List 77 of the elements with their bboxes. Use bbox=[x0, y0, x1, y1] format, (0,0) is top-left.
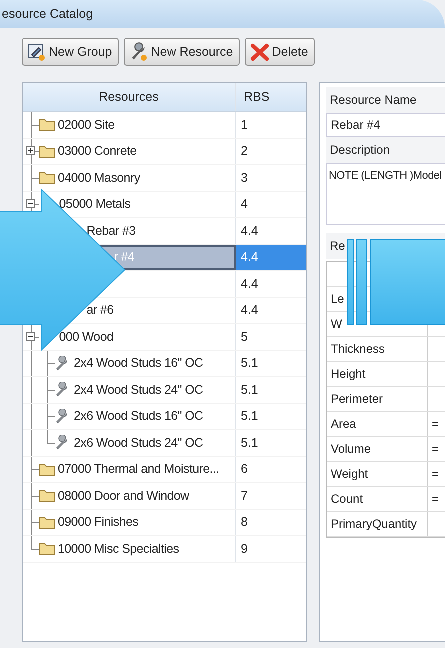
rbs-cell-text: 5.1 bbox=[240, 434, 260, 452]
rbs-cell-text: 3 bbox=[240, 170, 249, 187]
folder-icon bbox=[39, 462, 56, 477]
new-group-button[interactable]: New Group bbox=[22, 38, 120, 66]
folder-label: 07000 Thermal and Moisture... bbox=[58, 462, 220, 476]
expander-box[interactable] bbox=[26, 199, 35, 208]
property-cell: Thickness bbox=[327, 337, 428, 361]
expander-box[interactable] bbox=[26, 332, 35, 341]
folder-label: 05000 Metals bbox=[59, 197, 131, 212]
folder-label: 10000 Misc Specialties bbox=[58, 542, 180, 556]
tree-row[interactable]: 2x4 Wood Studs 24" OC 5.1 bbox=[23, 377, 306, 404]
tree-row[interactable]: 2x6 Wood Studs 24" OC 5.1 bbox=[23, 430, 306, 456]
value-cell-text: = bbox=[431, 491, 440, 508]
tree-row[interactable]: 02000 Site 1 bbox=[23, 112, 306, 138]
delete-button[interactable]: Delete bbox=[245, 38, 316, 66]
rbs-cell-text: 4.4 bbox=[240, 222, 260, 240]
expander-box[interactable] bbox=[26, 146, 35, 156]
folder-label: 04000 Masonry bbox=[58, 170, 140, 185]
property-cell: Height bbox=[327, 362, 428, 386]
folder-label: 08000 Door and Window bbox=[58, 488, 190, 503]
rbs-cell-text: 1 bbox=[240, 116, 249, 134]
column-header[interactable]: Resources bbox=[23, 83, 236, 111]
close-icon bbox=[250, 42, 270, 62]
tree-row[interactable]: 08000 Door and Window 7 bbox=[23, 483, 306, 510]
folder-icon bbox=[39, 488, 56, 504]
tree-row[interactable]: 07000 Thermal and Moisture... 6 bbox=[23, 456, 306, 483]
rbs-cell-text: 4 bbox=[240, 196, 249, 214]
tree-row[interactable]: 2x4 Wood Studs 16" OC 5.1 bbox=[23, 350, 306, 377]
rbs-cell-text: 4.4 bbox=[240, 276, 260, 293]
rbs-cell-text: 2 bbox=[240, 143, 249, 160]
rbs-cell-text: 4.4 bbox=[240, 302, 260, 320]
rbs-cell-text: 5.1 bbox=[240, 382, 260, 399]
rbs-cell-text: 9 bbox=[240, 540, 249, 558]
folder-icon bbox=[39, 541, 56, 556]
resource-label: 2x4 Wood Studs 24" OC bbox=[74, 382, 204, 397]
resource-label: 2x6 Wood Studs 16" OC bbox=[74, 409, 204, 424]
tree-row[interactable]: 10000 Misc Specialties 9 bbox=[23, 536, 306, 562]
tree-row[interactable]: 09000 Finishes 8 bbox=[23, 510, 306, 536]
tree-row[interactable]: 03000 Conrete 2 bbox=[23, 138, 306, 165]
folder-label: 02000 Site bbox=[58, 118, 115, 132]
rbs-cell-text: 8 bbox=[240, 514, 249, 532]
property-cell: Count bbox=[327, 487, 428, 511]
folder-label: 09000 Finishes bbox=[58, 515, 139, 530]
folder-icon bbox=[39, 144, 56, 159]
tree-row[interactable]: 04000 Masonry 3 bbox=[23, 165, 306, 192]
folder-pencil-icon bbox=[27, 42, 47, 62]
folder-icon bbox=[39, 117, 56, 132]
resource-label: Rebar #3 bbox=[86, 224, 136, 238]
description-field[interactable]: NOTE (LENGTH )Model bbox=[326, 163, 445, 225]
rbs-cell-text: 7 bbox=[240, 488, 249, 505]
property-cell: PrimaryQuantity bbox=[327, 512, 428, 536]
resource-label: 2x6 Wood Studs 24" OC bbox=[74, 436, 204, 450]
rbs-cell-text: 5.1 bbox=[240, 355, 260, 372]
column-header[interactable]: RBS bbox=[236, 83, 306, 111]
value-cell-text: = bbox=[431, 416, 440, 433]
tree-row[interactable]: 2x6 Wood Studs 16" OC 5.1 bbox=[23, 404, 306, 430]
folder-label: 03000 Conrete bbox=[58, 144, 137, 158]
resource-label: ar #6 bbox=[86, 303, 114, 318]
property-cell: Area bbox=[327, 412, 428, 436]
value-cell-text: = bbox=[431, 441, 440, 458]
name-field[interactable]: Rebar #4 bbox=[326, 113, 445, 137]
rbs-cell-text: 6 bbox=[240, 461, 249, 478]
window-title: esource Catalog bbox=[0, 0, 445, 28]
property-cell: Weight bbox=[327, 462, 428, 486]
property-cell: Volume bbox=[327, 437, 428, 461]
rbs-cell-text: 5 bbox=[240, 328, 249, 346]
property-cell: Perimeter bbox=[327, 387, 428, 411]
field-label: Resource Name bbox=[326, 87, 445, 113]
resource-label: 2x4 Wood Studs 16" OC bbox=[74, 356, 204, 370]
folder-icon bbox=[39, 170, 56, 186]
resource-label: 000 Wood bbox=[59, 330, 114, 344]
field-label: Description bbox=[326, 137, 445, 163]
new-resource-button[interactable]: New Resource bbox=[124, 38, 240, 66]
value-cell-text: = bbox=[431, 466, 440, 483]
rbs-cell: 4.4 bbox=[236, 244, 306, 270]
folder-icon bbox=[39, 514, 56, 530]
rbs-cell-text: 5.1 bbox=[240, 408, 260, 426]
